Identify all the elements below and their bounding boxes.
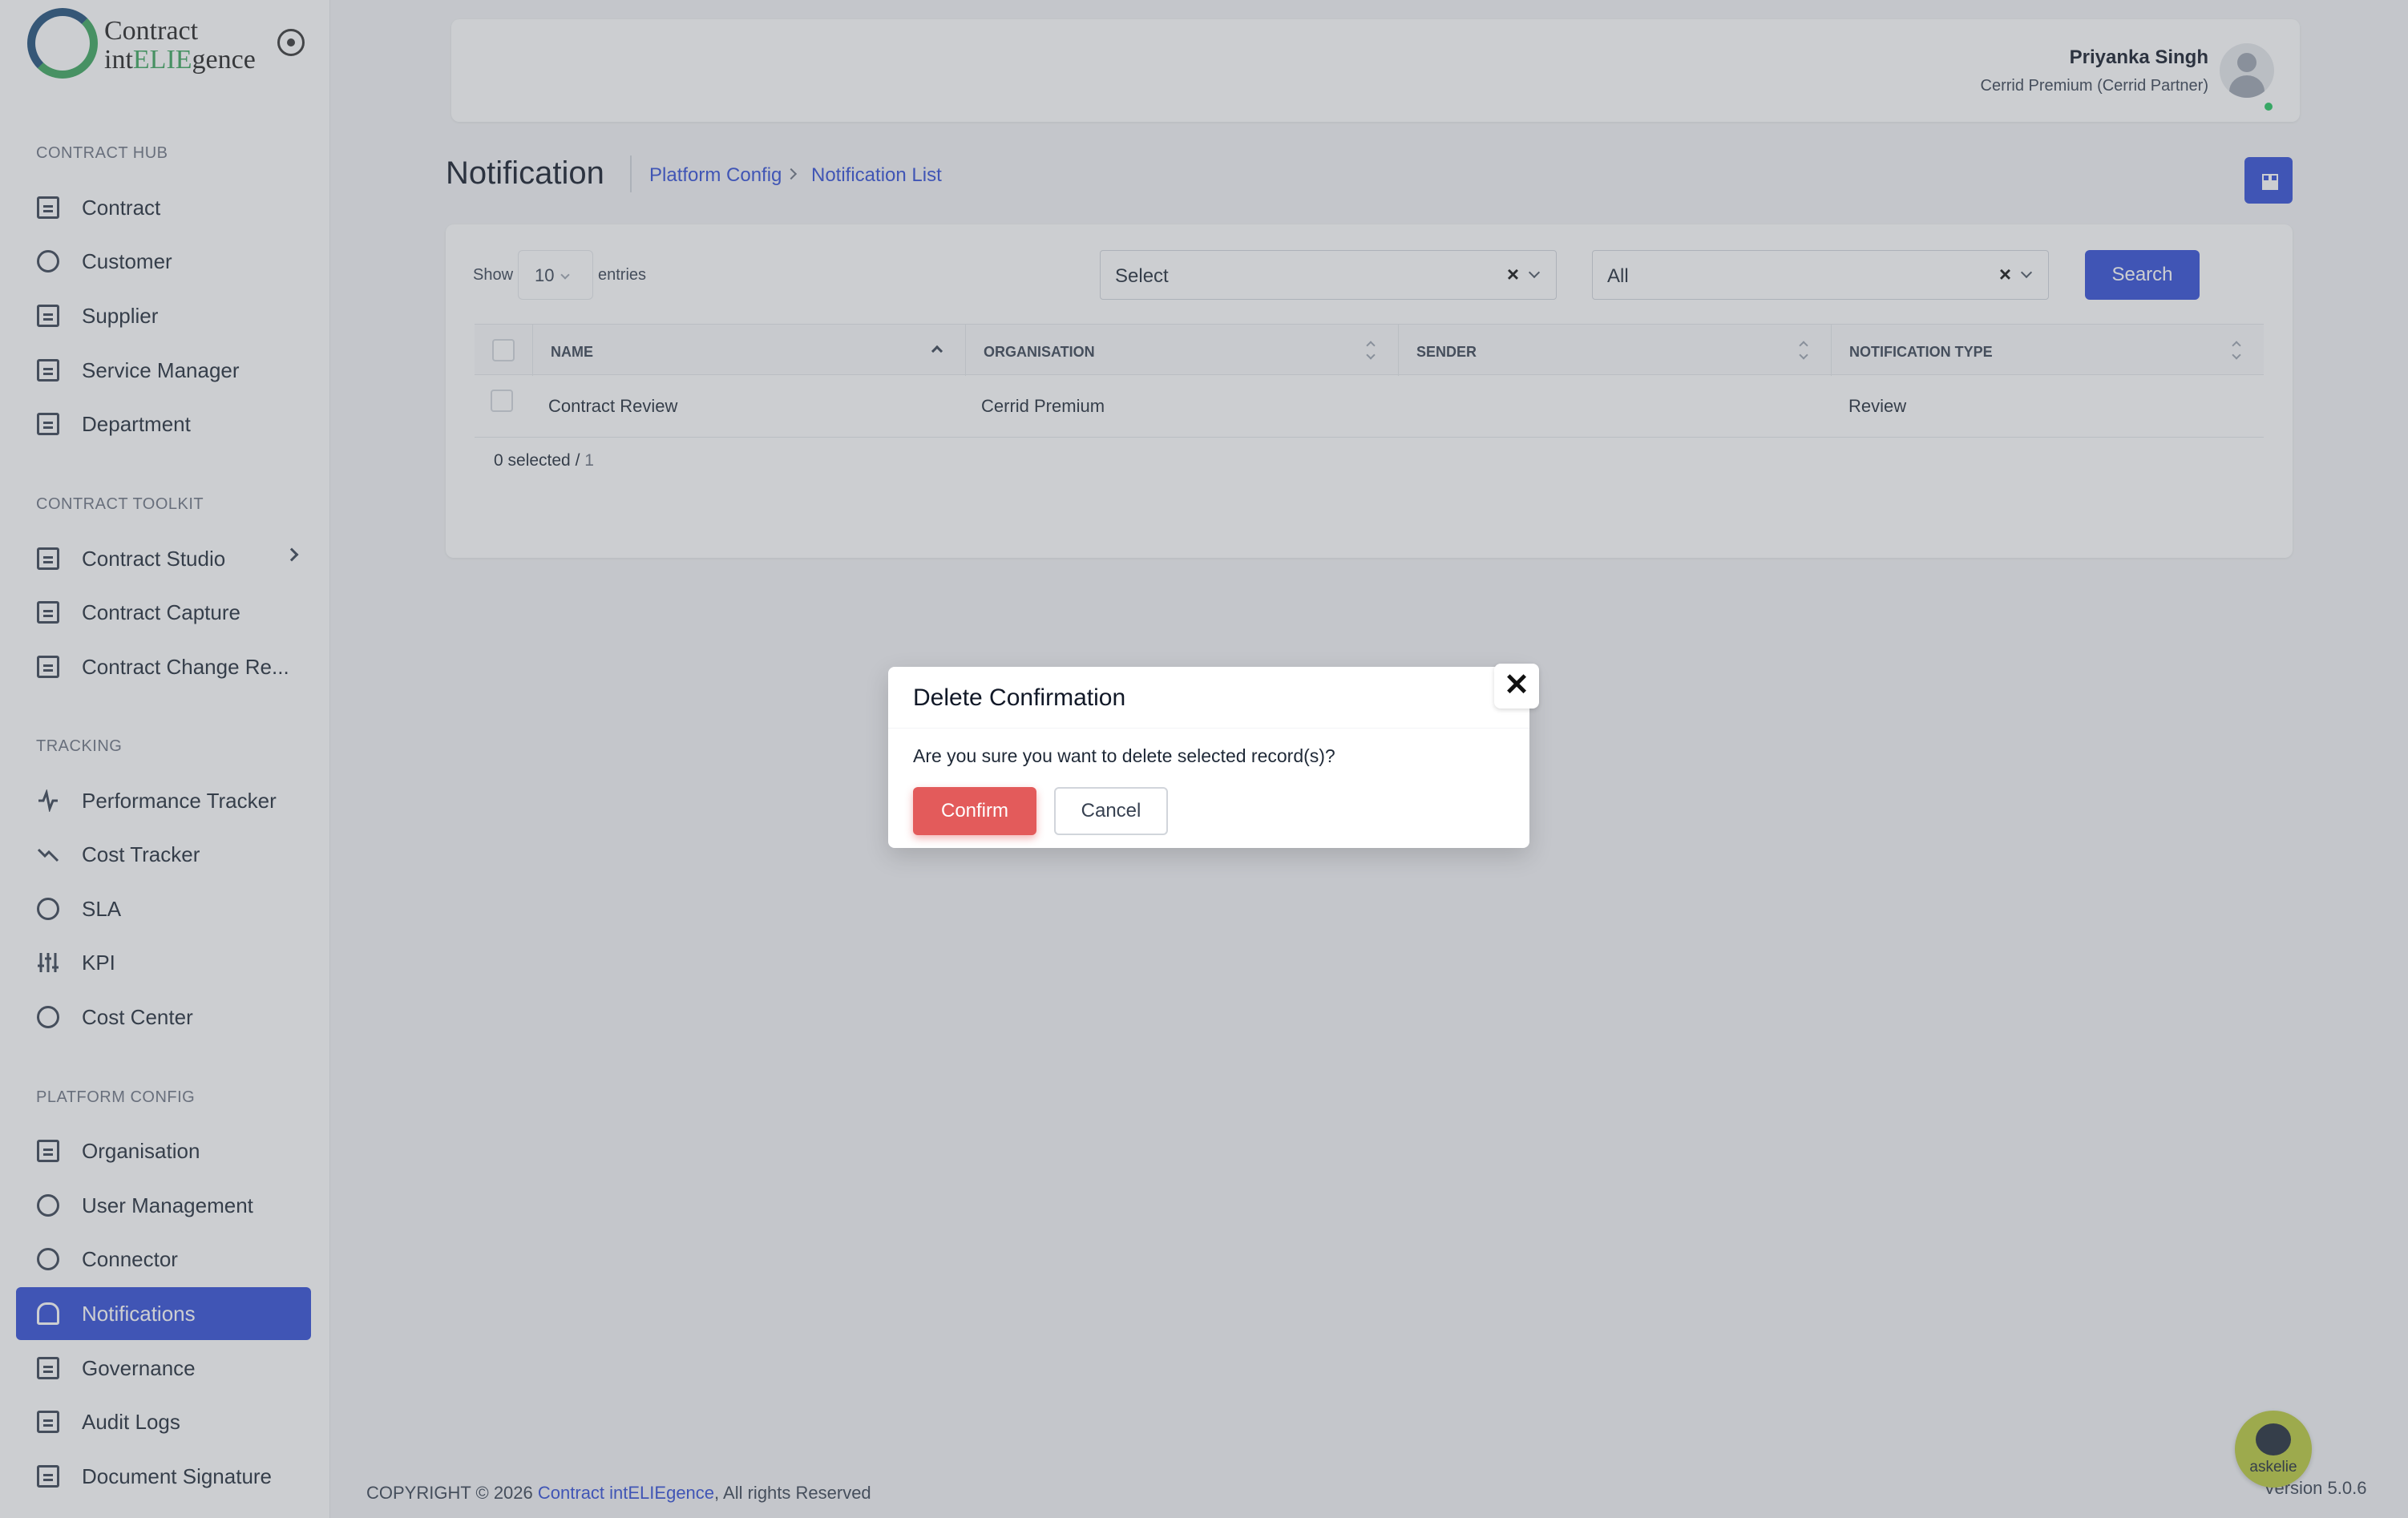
cancel-button[interactable]: Cancel — [1054, 787, 1168, 835]
dialog-message: Are you sure you want to delete selected… — [913, 745, 1335, 766]
dialog-title: Delete Confirmation — [913, 684, 1126, 711]
dialog-divider — [888, 728, 1529, 729]
delete-confirmation-dialog: Delete Confirmation Are you sure you wan… — [888, 667, 1529, 848]
confirm-button[interactable]: Confirm — [913, 787, 1036, 835]
close-icon[interactable]: ✕ — [1494, 664, 1539, 709]
